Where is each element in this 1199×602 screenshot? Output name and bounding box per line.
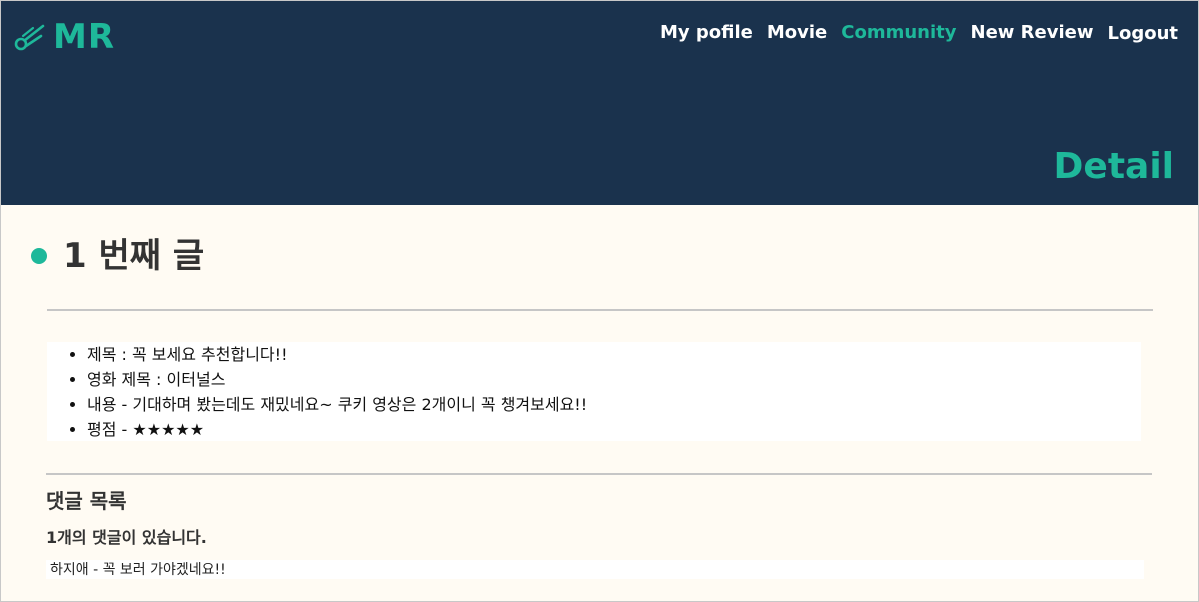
post-title: 1 번째 글 bbox=[63, 236, 205, 276]
logo-link[interactable]: MR bbox=[13, 17, 115, 57]
comet-icon bbox=[14, 24, 45, 51]
nav-movie[interactable]: Movie bbox=[767, 20, 827, 46]
page: MR My pofile Movie Community New Review … bbox=[0, 0, 1199, 602]
detail-item-movie: 영화 제목 : 이터널스 bbox=[87, 367, 1141, 392]
post-detail-list: 제목 : 꼭 보세요 추천합니다!! 영화 제목 : 이터널스 내용 - 기대하… bbox=[47, 342, 1141, 442]
bullet-dot-icon bbox=[31, 248, 47, 264]
nav-my-profile[interactable]: My pofile bbox=[660, 20, 753, 46]
post-heading: 1 번째 글 bbox=[31, 233, 204, 279]
comments-heading: 댓글 목록 bbox=[46, 489, 127, 513]
comment-item: 하지애 - 꼭 보러 가야겠네요!! bbox=[46, 560, 1144, 579]
detail-item-title: 제목 : 꼭 보세요 추천합니다!! bbox=[87, 342, 1141, 367]
divider bbox=[46, 473, 1152, 475]
detail-item-content: 내용 - 기대하며 봤는데도 재밌네요~ 쿠키 영상은 2개이니 꼭 챙겨보세요… bbox=[87, 392, 1141, 417]
logo-text: MR bbox=[53, 17, 116, 57]
comments-count: 1개의 댓글이 있습니다. bbox=[46, 528, 207, 547]
page-title: Detail bbox=[1053, 146, 1174, 187]
site-header: MR My pofile Movie Community New Review … bbox=[1, 1, 1198, 205]
detail-item-rating: 평점 - ★★★★★ bbox=[87, 417, 1141, 442]
nav-new-review[interactable]: New Review bbox=[971, 20, 1094, 46]
main-nav: My pofile Movie Community New Review Log… bbox=[660, 19, 1178, 47]
nav-community[interactable]: Community bbox=[841, 20, 956, 46]
divider bbox=[47, 309, 1153, 311]
nav-logout[interactable]: Logout bbox=[1107, 21, 1178, 47]
post-detail-box: 제목 : 꼭 보세요 추천합니다!! 영화 제목 : 이터널스 내용 - 기대하… bbox=[47, 342, 1141, 441]
